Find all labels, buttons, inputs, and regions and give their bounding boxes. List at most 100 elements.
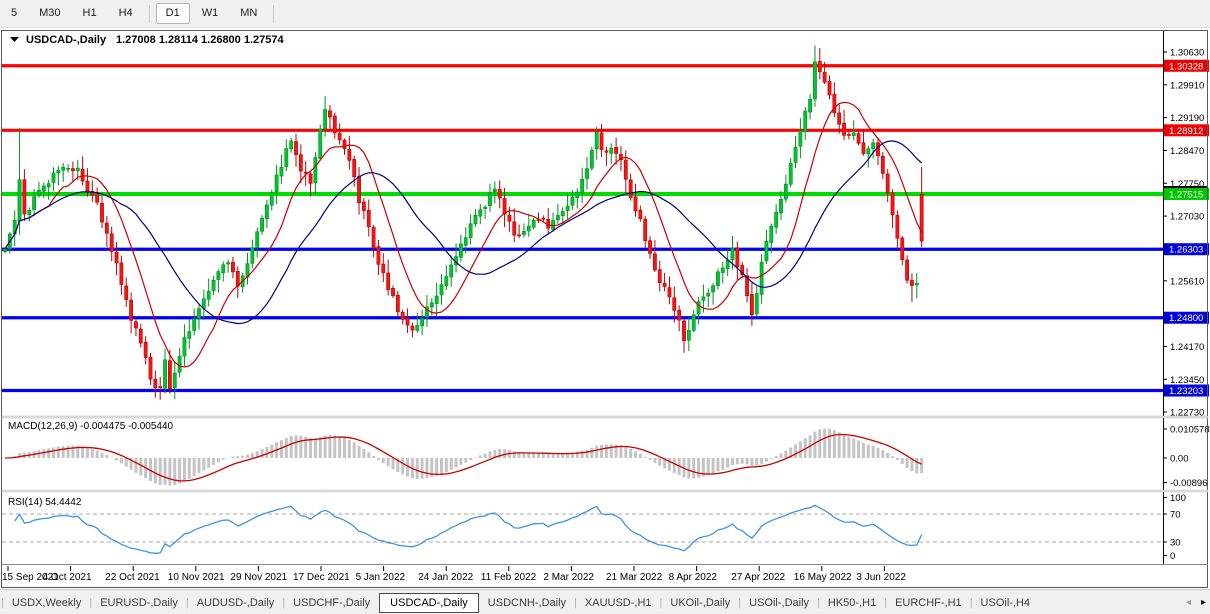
chart-tab-audusd-daily[interactable]: AUDUSD-,Daily	[190, 594, 282, 612]
candle-body	[416, 325, 419, 330]
candle-body	[658, 270, 661, 283]
candle-body	[576, 192, 579, 198]
candle-body	[430, 303, 433, 307]
candle-body	[178, 356, 181, 372]
pane-separator	[2, 416, 1208, 418]
pane-separator	[2, 490, 1208, 492]
candle-body	[231, 262, 234, 272]
candle-body	[503, 198, 506, 214]
candle-body	[639, 210, 642, 218]
timeframe-button-h4[interactable]: H4	[109, 3, 143, 24]
candle-body	[3, 249, 6, 252]
candle-body	[556, 215, 559, 219]
timeframe-button-5[interactable]: 5	[1, 3, 27, 24]
candle-body	[804, 111, 807, 132]
date-label: 5 Jan 2022	[356, 572, 406, 583]
candle-body	[838, 113, 841, 124]
candle-body	[910, 280, 913, 285]
candle-body	[692, 315, 695, 331]
chart-tab-ukoil-daily[interactable]: UKOil-,Daily	[663, 594, 737, 612]
candle-body	[823, 72, 826, 82]
chart-tab-eurchf-h1[interactable]: EURCHF-,H1	[888, 594, 969, 612]
candle-body	[251, 248, 254, 264]
candle-body	[799, 131, 802, 147]
candle-body	[750, 294, 753, 314]
price-axis-label: 1.28470	[1170, 146, 1204, 157]
chart-tab-usoil-daily[interactable]: USOil-,Daily	[742, 594, 816, 612]
date-axis: 15 Sep 20214 Oct 202122 Oct 202110 Nov 2…	[2, 566, 906, 583]
date-label: 16 May 2022	[794, 572, 852, 583]
chart-window: 1.306301.299101.291901.284701.277501.270…	[0, 28, 1210, 589]
candle-body	[362, 202, 365, 210]
candle-body	[188, 332, 191, 339]
rsi-axis-label: 0	[1170, 551, 1175, 562]
price-axis-label: 1.24170	[1170, 342, 1204, 353]
chart-tab-usoil-h4[interactable]: USOil-,H4	[974, 594, 1038, 612]
candle-body	[842, 123, 845, 135]
timeframe-button-d1[interactable]: D1	[156, 3, 190, 24]
candle-body	[702, 297, 705, 300]
price-badge-label: 1.27515	[1169, 189, 1203, 200]
chart-tab-xauusd-h1[interactable]: XAUUSD-,H1	[578, 594, 659, 612]
candle-body	[435, 296, 438, 304]
candle-body	[775, 212, 778, 227]
candle-body	[901, 238, 904, 260]
chart-tab-usdx-weekly[interactable]: USDX,Weekly	[5, 594, 88, 612]
timeframe-button-m30[interactable]: M30	[29, 3, 70, 24]
chart-canvas[interactable]: 1.306301.299101.291901.284701.277501.270…	[0, 28, 1210, 589]
timeframe-button-h1[interactable]: H1	[73, 3, 107, 24]
candle-body	[115, 252, 118, 263]
moving-averages-group	[5, 102, 922, 367]
candle-body	[212, 280, 215, 290]
candle-body	[207, 291, 210, 299]
tab-scroll-left-icon[interactable]: ◂	[1186, 597, 1191, 608]
timeframe-button-w1[interactable]: W1	[192, 3, 229, 24]
candle-body	[149, 357, 152, 379]
candle-body	[217, 272, 220, 280]
candle-body	[920, 194, 923, 241]
price-axis: 1.306301.299101.291901.284701.277501.270…	[1163, 31, 1210, 565]
date-label: 17 Dec 2021	[293, 572, 350, 583]
chart-tab-usdcnh-daily[interactable]: USDCNH-,Daily	[481, 594, 573, 612]
ma-fast-line	[5, 102, 922, 367]
candle-body	[571, 197, 574, 205]
chart-dropdown-icon[interactable]	[10, 37, 19, 42]
chart-tab-usdcad-daily[interactable]: USDCAD-,Daily	[379, 593, 479, 613]
candle-body	[309, 174, 312, 184]
candle-body	[81, 169, 84, 181]
candle-body	[755, 294, 758, 314]
candle-body	[396, 295, 399, 312]
timeframe-button-mn[interactable]: MN	[230, 3, 267, 24]
candle-body	[731, 248, 734, 260]
candle-body	[721, 268, 724, 273]
candle-body	[100, 203, 103, 222]
candle-body	[357, 177, 360, 203]
candle-body	[294, 141, 297, 154]
candle-body	[377, 247, 380, 265]
candle-body	[23, 180, 26, 214]
candle-body	[125, 286, 128, 300]
candlestick-series	[3, 46, 923, 400]
chart-tab-usdchf-daily[interactable]: USDCHF-,Daily	[286, 594, 377, 612]
candle-body	[498, 189, 501, 198]
chart-tab-bar: |USDX,Weekly|EURUSD-,Daily|AUDUSD-,Daily…	[0, 589, 1210, 614]
macd-signal-line	[5, 435, 922, 481]
chart-tab-eurusd-daily[interactable]: EURUSD-,Daily	[93, 594, 185, 612]
candle-body	[881, 156, 884, 173]
candle-body	[197, 309, 200, 319]
date-label: 22 Oct 2021	[105, 572, 160, 583]
level-lines-group	[2, 66, 1163, 391]
chart-tab-hk50-h1[interactable]: HK50-,H1	[821, 594, 883, 612]
candle-body	[66, 168, 69, 169]
candle-body	[716, 272, 719, 286]
candle-body	[624, 160, 627, 179]
candle-body	[440, 285, 443, 295]
candle-body	[518, 235, 521, 236]
tab-scroll-right-icon[interactable]: ▸	[1201, 597, 1206, 608]
candle-body	[542, 218, 545, 219]
candle-body	[445, 276, 448, 285]
date-label: 11 Feb 2022	[481, 572, 537, 583]
candle-body	[372, 227, 375, 248]
candle-body	[353, 159, 356, 176]
macd-axis-label: 0.00	[1170, 454, 1189, 465]
